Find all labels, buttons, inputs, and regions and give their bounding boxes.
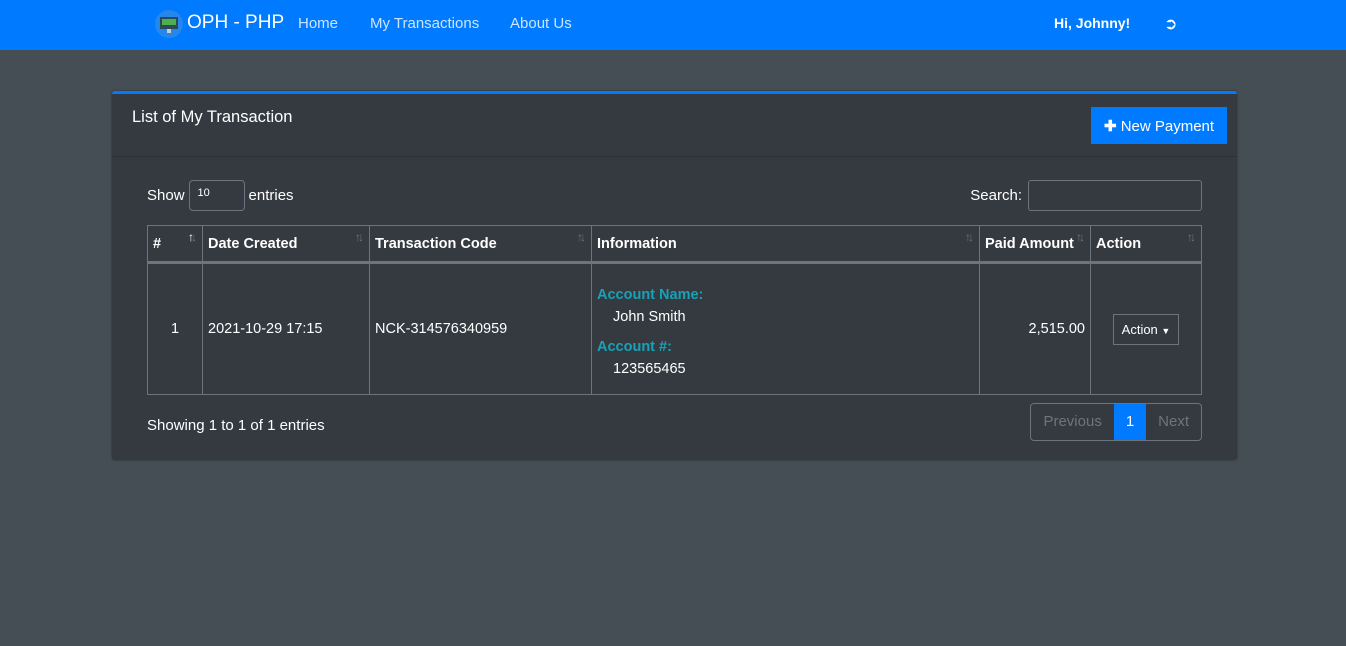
search-area: Search: xyxy=(970,180,1202,211)
user-greeting[interactable]: Hi, Johnny! xyxy=(1054,15,1130,31)
account-name-label: Account Name: xyxy=(597,287,704,303)
entries-label: entries xyxy=(248,187,294,204)
logo-icon xyxy=(155,10,183,38)
page-1-button[interactable]: 1 xyxy=(1113,404,1147,440)
cell-code: NCK-314576340959 xyxy=(369,262,592,395)
nav-about-us[interactable]: About Us xyxy=(510,15,572,32)
card-header: List of My Transaction ✚ New Payment xyxy=(112,94,1237,157)
next-button[interactable]: Next xyxy=(1146,404,1201,440)
transactions-card: List of My Transaction ✚ New Payment Sho… xyxy=(112,91,1237,460)
card-title: List of My Transaction xyxy=(132,108,293,126)
sort-asc-icon: ↑↓ xyxy=(188,230,197,244)
sort-icon: ↑↓ xyxy=(965,230,974,244)
cell-date: 2021-10-29 17:15 xyxy=(202,262,370,395)
sort-icon: ↑↓ xyxy=(355,230,364,244)
header-date-created[interactable]: Date Created ↑↓ xyxy=(202,225,370,264)
navbar: OPH - PHP Home My Transactions About Us … xyxy=(0,0,1346,50)
show-label: Show xyxy=(147,187,185,204)
transactions-table: # ↑↓ Date Created ↑↓ Transaction Code ↑↓ In… xyxy=(147,225,1202,395)
search-label: Search: xyxy=(970,187,1022,204)
cell-amount: 2,515.00 xyxy=(979,262,1091,395)
account-number: 123565465 xyxy=(613,361,686,377)
pagination: Previous 1 Next xyxy=(1030,403,1202,441)
account-number-label: Account #: xyxy=(597,339,672,355)
header-action[interactable]: Action ↑↓ xyxy=(1090,225,1202,264)
search-input[interactable] xyxy=(1028,180,1202,211)
nav-my-transactions[interactable]: My Transactions xyxy=(370,15,479,32)
caret-down-icon: ▼ xyxy=(1161,325,1171,336)
nav-home[interactable]: Home xyxy=(298,15,338,32)
brand[interactable]: OPH - PHP xyxy=(187,12,284,34)
header-number[interactable]: # ↑↓ xyxy=(147,225,203,264)
table-row: 1 2021-10-29 17:15 NCK-314576340959 Acco… xyxy=(147,262,1202,395)
cell-number: 1 xyxy=(147,262,203,395)
cell-action: Action ▼ xyxy=(1090,262,1202,395)
new-payment-button[interactable]: ✚ New Payment xyxy=(1091,107,1227,144)
sort-icon: ↑↓ xyxy=(1187,230,1196,244)
previous-button[interactable]: Previous xyxy=(1031,404,1113,440)
sign-out-icon[interactable]: ➲ xyxy=(1164,14,1177,34)
table-info: Showing 1 to 1 of 1 entries xyxy=(147,417,325,434)
header-transaction-code[interactable]: Transaction Code ↑↓ xyxy=(369,225,592,264)
entries-length: Show 10 entries xyxy=(147,180,294,211)
plus-icon: ✚ xyxy=(1103,117,1117,135)
action-dropdown-button[interactable]: Action ▼ xyxy=(1113,313,1179,345)
sort-icon: ↑↓ xyxy=(577,230,586,244)
header-information[interactable]: Information ↑↓ xyxy=(591,225,980,264)
header-paid-amount[interactable]: Paid Amount ↑↓ xyxy=(979,225,1091,264)
new-payment-label: New Payment xyxy=(1120,117,1215,135)
account-name: John Smith xyxy=(613,309,686,325)
cell-information: Account Name: John Smith Account #: 1235… xyxy=(591,262,980,395)
sort-icon: ↑↓ xyxy=(1076,230,1085,244)
entries-select[interactable]: 10 xyxy=(188,180,245,211)
